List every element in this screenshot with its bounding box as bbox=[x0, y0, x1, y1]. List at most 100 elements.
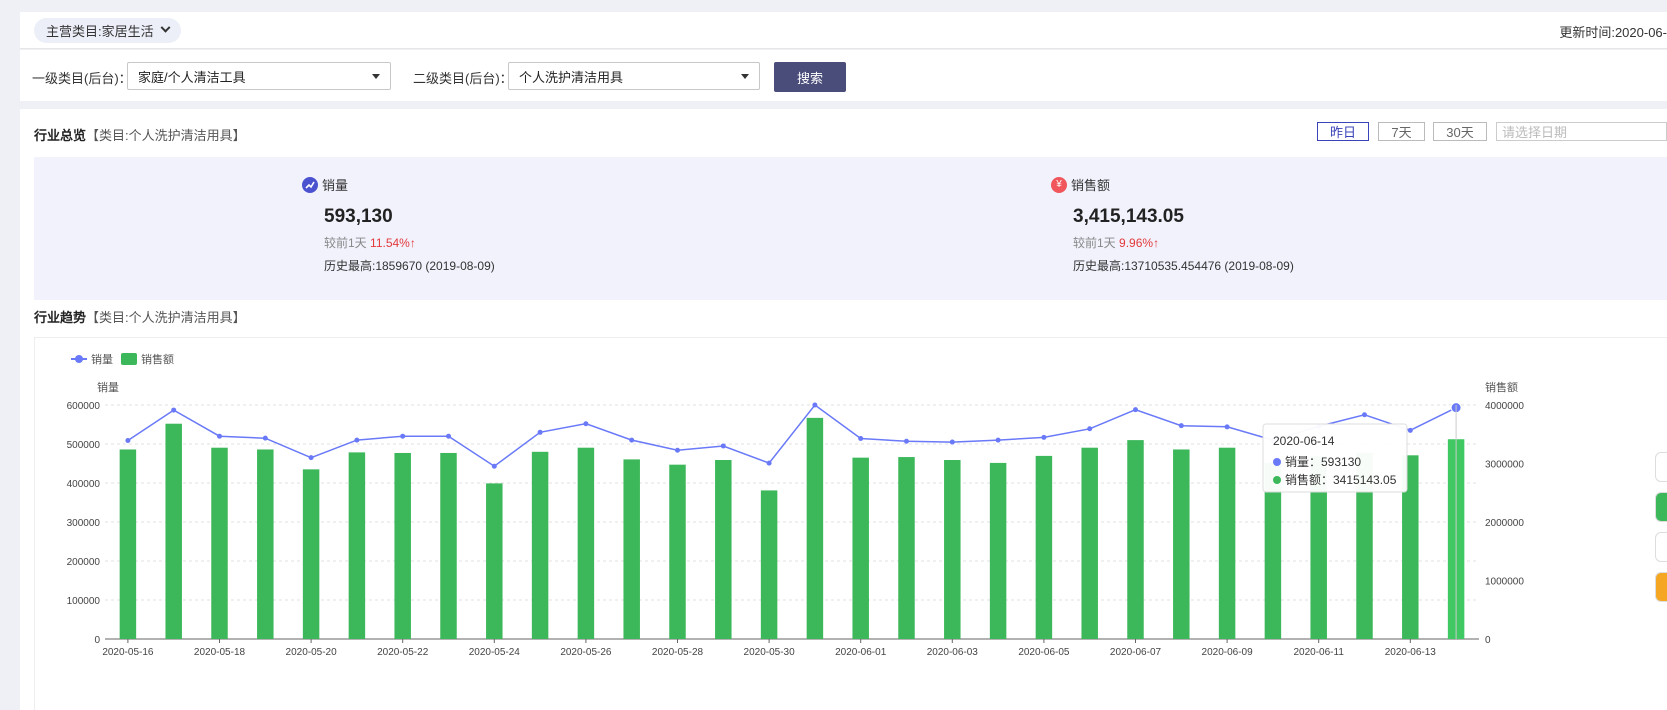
y-left-tick-label: 0 bbox=[94, 635, 100, 646]
stats-panel: 销量 593,130 较前1天 11.54%↑ 历史最高:1859670 (20… bbox=[34, 157, 1667, 300]
bar-sales-amount bbox=[577, 447, 595, 639]
range-30d-button[interactable]: 30天 bbox=[1433, 122, 1487, 141]
trend-subtitle: 【类目:个人洗护清洁用具】 bbox=[86, 310, 246, 325]
point-sales-volume bbox=[217, 433, 222, 439]
level2-category-select[interactable]: 个人洗护清洁用具 bbox=[508, 62, 760, 90]
level2-category-label: 二级类目(后台)： bbox=[413, 71, 513, 86]
y-right-axis-title: 销售额 bbox=[1485, 380, 1518, 394]
point-sales-volume bbox=[262, 435, 268, 441]
point-sales-volume bbox=[125, 437, 131, 443]
x-tick-label: 2020-06-09 bbox=[1202, 647, 1254, 658]
level1-category-value: 家庭/个人清洁工具 bbox=[138, 69, 246, 85]
point-sales-volume bbox=[308, 455, 314, 461]
point-sales-volume bbox=[766, 460, 772, 466]
point-sales-volume bbox=[1133, 407, 1138, 413]
trend-chart: 销量 销售额 销量 销售额 0 100000 200000 300000 400000 50000… bbox=[34, 337, 1667, 710]
tooltip-amount: 销售额：3415143.05 bbox=[1285, 472, 1397, 487]
point-sales-volume bbox=[537, 429, 543, 435]
bar-sales-amount bbox=[898, 457, 915, 639]
x-tick-label: 2020-06-13 bbox=[1385, 647, 1437, 658]
line-sales-volume bbox=[127, 403, 1457, 468]
x-tick-label: 2020-06-01 bbox=[835, 647, 887, 658]
x-tick-label: 2020-05-20 bbox=[286, 647, 338, 658]
date-picker-input[interactable]: 请选择日期 bbox=[1496, 122, 1667, 141]
y-left-tick-label: 600000 bbox=[67, 401, 101, 412]
sales-volume-history: 历史最高:1859670 (2019-08-09) bbox=[324, 259, 495, 273]
y-left-tick-label: 200000 bbox=[67, 557, 101, 568]
bar-sales-amount bbox=[1173, 449, 1190, 639]
tooltip-amount-dot bbox=[1273, 476, 1281, 484]
update-time: 更新时间:2020-06- bbox=[1559, 25, 1667, 40]
tooltip-date: 2020-06-14 bbox=[1273, 434, 1335, 448]
level2-category-value: 个人洗护清洁用具 bbox=[519, 69, 624, 85]
point-sales-volume bbox=[949, 439, 955, 445]
point-sales-volume bbox=[1407, 427, 1413, 433]
filter-bar: 一级类目(后台)： 家庭/个人清洁工具 二级类目(后台)： 个人洗护清洁用具 搜… bbox=[20, 50, 1667, 101]
main-category-dropdown[interactable]: 主营类目:家居生活 bbox=[34, 18, 181, 43]
point-sales-volume bbox=[720, 443, 726, 449]
legend-line-dot bbox=[75, 355, 83, 363]
y-right-tick-label: 0 bbox=[1485, 635, 1491, 646]
point-sales-volume bbox=[1362, 412, 1367, 418]
sales-amount-compare: 较前1天 9.96%↑ bbox=[1073, 236, 1160, 250]
level1-category-select[interactable]: 家庭/个人清洁工具 bbox=[127, 62, 391, 90]
point-sales-volume bbox=[995, 437, 1001, 443]
level1-category-label: 一级类目(后台)： bbox=[32, 71, 132, 86]
sales-amount-label: 销售额 bbox=[1071, 178, 1111, 193]
bar-sales-amount bbox=[394, 452, 411, 639]
trend-icon bbox=[302, 176, 318, 193]
side-tool-gift[interactable] bbox=[1655, 572, 1667, 602]
point-sales-volume bbox=[675, 447, 680, 453]
range-7d-button[interactable]: 7天 bbox=[1378, 122, 1425, 141]
sales-amount-history: 历史最高:13710535.454476 (2019-08-09) bbox=[1073, 259, 1294, 273]
y-right-tick-label: 2000000 bbox=[1485, 518, 1524, 529]
tooltip-volume: 销量：593130 bbox=[1285, 455, 1361, 469]
bar-sales-amount bbox=[211, 447, 228, 639]
sales-volume-stat: 销量 593,130 较前1天 11.54%↑ 历史最高:1859670 (20… bbox=[302, 175, 495, 274]
x-tick-label: 2020-05-24 bbox=[469, 647, 521, 658]
main-category-label: 主营类目:家居生活 bbox=[46, 24, 154, 39]
sales-amount-stat: ¥ 销售额 3,415,143.05 较前1天 9.96%↑ 历史最高:1371… bbox=[1051, 175, 1294, 274]
point-sales-volume bbox=[629, 437, 635, 443]
bar-sales-amount bbox=[302, 469, 320, 639]
bar-sales-amount bbox=[486, 483, 503, 639]
bar-sales-amount bbox=[257, 449, 274, 639]
bar-sales-amount bbox=[669, 464, 686, 639]
legend-bar-mark bbox=[121, 353, 137, 365]
side-tool-refresh[interactable] bbox=[1655, 452, 1667, 482]
bar-sales-amount bbox=[623, 459, 640, 639]
arrow-up-icon: ↑ bbox=[1153, 236, 1160, 250]
bar-sales-amount bbox=[165, 423, 182, 639]
point-sales-volume bbox=[1224, 424, 1230, 430]
sales-volume-value: 593,130 bbox=[324, 206, 393, 227]
side-tool-search[interactable] bbox=[1655, 532, 1667, 562]
bar-sales-amount bbox=[1218, 447, 1236, 639]
point-sales-volume bbox=[858, 436, 864, 442]
bar-sales-amount bbox=[440, 452, 457, 639]
overview-subtitle: 【类目:个人洗护清洁用具】 bbox=[86, 128, 246, 143]
point-sales-volume bbox=[491, 463, 497, 469]
y-left-tick-label: 400000 bbox=[67, 479, 101, 490]
x-tick-label: 2020-05-18 bbox=[194, 647, 246, 658]
side-tool-chart[interactable] bbox=[1655, 492, 1667, 522]
point-sales-volume bbox=[446, 433, 451, 439]
y-left-tick-label: 500000 bbox=[67, 440, 101, 451]
point-sales-volume bbox=[354, 437, 360, 443]
search-button[interactable]: 搜索 bbox=[774, 62, 846, 92]
arrow-up-icon: ↑ bbox=[409, 236, 416, 250]
bar-sales-amount bbox=[944, 459, 961, 639]
legend-label-amount: 销售额 bbox=[141, 352, 174, 366]
y-right-tick-label: 1000000 bbox=[1485, 577, 1524, 588]
y-right-tick-label: 4000000 bbox=[1485, 401, 1524, 412]
x-tick-label: 2020-06-07 bbox=[1110, 647, 1162, 658]
y-left-tick-label: 300000 bbox=[67, 518, 101, 529]
range-yesterday-button[interactable]: 昨日 bbox=[1317, 122, 1369, 141]
bar-sales-amount bbox=[852, 457, 869, 639]
x-tick-label: 2020-06-11 bbox=[1293, 647, 1344, 658]
y-left-axis-title: 销量 bbox=[97, 380, 119, 394]
industry-overview: 行业总览【类目:个人洗护清洁用具】 昨日 7天 30天 请选择日期 销量 593… bbox=[20, 109, 1667, 309]
x-tick-label: 2020-05-22 bbox=[377, 647, 429, 658]
x-tick-label: 2020-05-16 bbox=[102, 647, 154, 658]
overview-title: 行业总览【类目:个人洗护清洁用具】 bbox=[34, 128, 246, 143]
bar-sales-amount bbox=[119, 449, 137, 639]
